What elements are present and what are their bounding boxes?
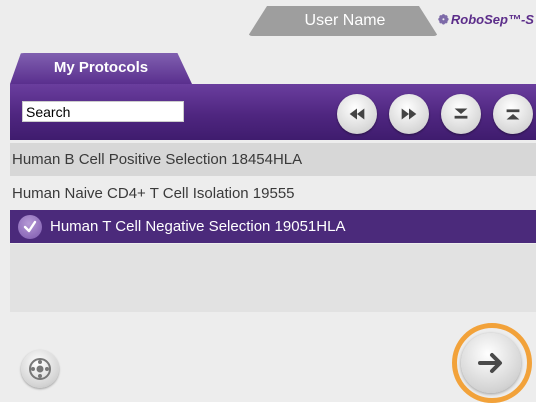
checkmark-icon bbox=[18, 215, 42, 239]
arrow-right-icon bbox=[478, 353, 502, 373]
settings-icon bbox=[29, 358, 51, 380]
search-input[interactable] bbox=[22, 101, 184, 122]
user-name[interactable]: User Name bbox=[290, 12, 400, 30]
robosep-logo: ❁ RoboSep™-S bbox=[438, 12, 534, 28]
tab-my-protocols-label[interactable]: My Protocols bbox=[10, 59, 192, 76]
chevron-up-icon bbox=[506, 109, 520, 120]
scroll-down-button[interactable] bbox=[441, 94, 481, 134]
protocol-row[interactable]: Human B Cell Positive Selection 18454HLA bbox=[10, 143, 536, 176]
next-button[interactable] bbox=[461, 333, 521, 393]
fast-forward-button[interactable] bbox=[389, 94, 429, 134]
protocol-label: Human B Cell Positive Selection 18454HLA bbox=[12, 151, 303, 168]
fast-forward-icon bbox=[401, 108, 417, 120]
app-window: User Name ❁RoboSep™-S My Protocols Human… bbox=[0, 0, 536, 403]
chevron-down-icon bbox=[454, 108, 468, 119]
protocol-row-selected[interactable]: Human T Cell Negative Selection 19051HLA bbox=[10, 210, 536, 243]
scroll-up-button[interactable] bbox=[493, 94, 533, 134]
settings-button[interactable] bbox=[21, 350, 59, 388]
rewind-icon bbox=[349, 108, 365, 120]
logo-text: RoboSep™-S bbox=[450, 12, 534, 27]
protocol-row[interactable]: Human Naive CD4+ T Cell Isolation 19555 bbox=[10, 177, 536, 210]
protocol-list-empty-area bbox=[10, 244, 536, 312]
logo-mark-icon: ❁ bbox=[438, 12, 449, 27]
protocol-label: Human T Cell Negative Selection 19051HLA bbox=[50, 218, 346, 235]
rewind-button[interactable] bbox=[337, 94, 377, 134]
protocol-label: Human Naive CD4+ T Cell Isolation 19555 bbox=[12, 185, 295, 202]
